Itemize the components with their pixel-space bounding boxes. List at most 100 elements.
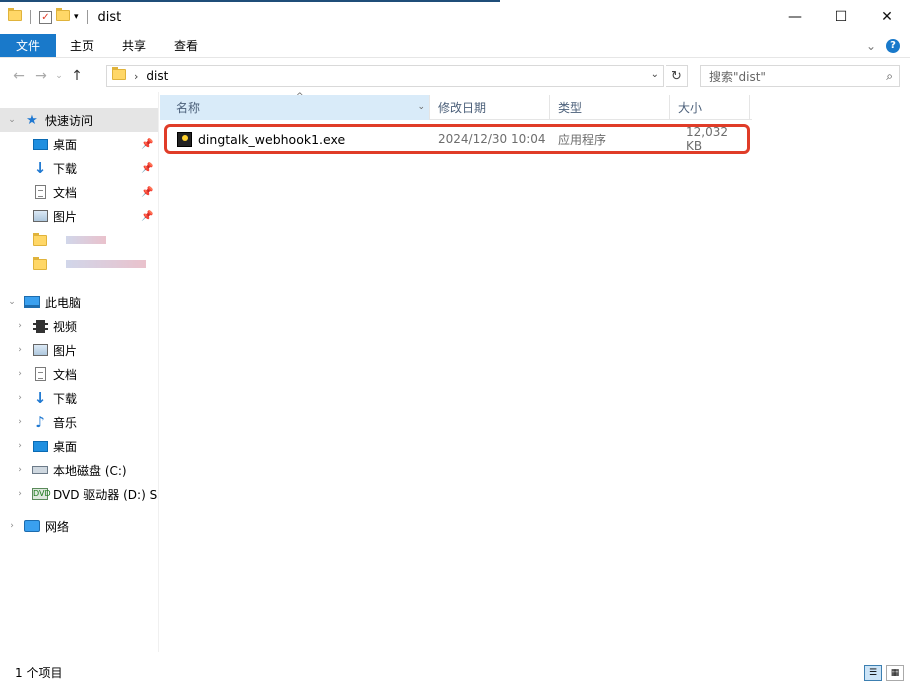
column-header-name[interactable]: ^ 名称 ⌄ (160, 92, 430, 120)
tab-share[interactable]: 共享 (108, 34, 160, 57)
collapse-chevron-icon[interactable]: ⌄ (7, 115, 17, 125)
nav-label: 图片 (53, 209, 78, 224)
picture-icon (32, 342, 48, 358)
nav-label: 音乐 (53, 415, 78, 430)
expand-chevron-icon[interactable]: › (15, 369, 25, 379)
star-icon: ★ (26, 112, 38, 128)
search-icon[interactable]: ⌕ (886, 69, 893, 84)
pane-divider[interactable] (158, 92, 159, 652)
item-count: 1 个项目 (15, 666, 63, 680)
executable-icon (177, 131, 192, 147)
column-label: 大小 (678, 101, 703, 115)
minimize-button[interactable]: — (772, 0, 818, 34)
nav-quick-downloads[interactable]: ↓ 下载 📌 (0, 156, 158, 180)
document-icon (32, 184, 48, 200)
nav-quick-desktop[interactable]: 桌面 📌 (0, 132, 158, 156)
file-name-cell[interactable]: dingtalk_webhook1.exe (177, 127, 345, 151)
computer-icon (24, 294, 40, 310)
expand-chevron-icon[interactable]: › (15, 489, 25, 499)
tab-file[interactable]: 文件 (0, 34, 57, 57)
nav-network[interactable]: › 网络 (0, 514, 158, 538)
column-header-date[interactable]: 修改日期 (430, 95, 550, 120)
nav-label: 下载 (53, 391, 78, 406)
nav-pc-documents[interactable]: › 文档 (0, 362, 158, 386)
nav-label: 桌面 (53, 439, 78, 454)
nav-pc-local-disk-c[interactable]: › 本地磁盘 (C:) (0, 458, 158, 482)
tab-view[interactable]: 查看 (160, 34, 212, 57)
maximize-button[interactable]: ☐ (818, 0, 864, 34)
expand-chevron-icon[interactable]: › (15, 321, 25, 331)
nav-label: 桌面 (53, 137, 78, 152)
large-icons-view-icon[interactable]: ▦ (886, 665, 904, 681)
file-date: 2024/12/30 10:04 (438, 132, 546, 146)
details-view-icon[interactable]: ☰ (864, 665, 882, 681)
desktop-icon (32, 438, 48, 454)
nav-pc-music[interactable]: › ♪ 音乐 (0, 410, 158, 434)
nav-pc-desktop[interactable]: › 桌面 (0, 434, 158, 458)
refresh-button[interactable]: ↻ (666, 65, 688, 87)
nav-quick-folder-redacted[interactable] (0, 252, 158, 276)
column-dropdown-icon[interactable]: ⌄ (417, 102, 425, 112)
nav-pc-downloads[interactable]: › ↓ 下载 (0, 386, 158, 410)
forward-arrow-icon[interactable]: → (30, 68, 52, 84)
back-arrow-icon[interactable]: ← (8, 68, 30, 84)
nav-label: 网络 (45, 519, 70, 534)
recent-locations-icon[interactable]: ⌄ (52, 71, 66, 81)
tab-home[interactable]: 主页 (56, 34, 108, 57)
nav-pc-dvd-drive-d[interactable]: › DVD DVD 驱动器 (D:) SS (0, 482, 158, 506)
column-header-type[interactable]: 类型 (550, 95, 670, 120)
folder-icon (32, 232, 48, 248)
nav-quick-documents[interactable]: 文档 📌 (0, 180, 158, 204)
nav-label: 文档 (53, 185, 78, 200)
folder-icon (112, 67, 126, 83)
video-icon (32, 318, 48, 334)
qat-dropdown-icon[interactable]: ▾ (74, 12, 79, 22)
expand-chevron-icon[interactable]: › (15, 393, 25, 403)
expand-chevron-icon[interactable]: › (15, 345, 25, 355)
address-dropdown-icon[interactable]: ⌄ (651, 69, 659, 80)
breadcrumb-dist[interactable]: dist (146, 69, 168, 83)
expand-chevron-icon[interactable]: › (15, 441, 25, 451)
pin-icon: 📌 (141, 138, 154, 150)
breadcrumb-chevron-icon[interactable]: › (134, 70, 138, 83)
ribbon-tabs: 文件 主页 共享 查看 ⌄ ? (0, 34, 910, 58)
pin-icon: 📌 (141, 186, 154, 198)
nav-pc-videos[interactable]: › 视频 (0, 314, 158, 338)
pin-icon: 📌 (141, 162, 154, 174)
search-placeholder: 搜索"dist" (709, 69, 766, 84)
navigation-bar: ← → ⌄ ↑ › dist ⌄ ↻ 搜索"dist" ⌕ (0, 62, 910, 90)
sort-ascending-icon: ^ (296, 92, 304, 102)
nav-pc-pictures[interactable]: › 图片 (0, 338, 158, 362)
properties-icon[interactable]: ✓ (39, 10, 52, 24)
hard-drive-icon (32, 462, 48, 478)
nav-label: 图片 (53, 343, 78, 358)
expand-chevron-icon[interactable]: › (15, 417, 25, 427)
collapse-chevron-icon[interactable]: ⌄ (7, 297, 17, 307)
file-explorer-window: ✓ ▾ dist — ☐ ✕ 文件 主页 共享 查看 ⌄ ? ← → ⌄ ↑ ›… (0, 0, 910, 685)
expand-chevron-icon[interactable]: › (7, 521, 17, 531)
download-icon: ↓ (33, 158, 47, 177)
expand-chevron-icon[interactable]: › (15, 465, 25, 475)
up-arrow-icon[interactable]: ↑ (66, 68, 88, 84)
nav-quick-access[interactable]: ⌄ ★ 快速访问 (0, 108, 158, 132)
search-input[interactable]: 搜索"dist" ⌕ (700, 65, 900, 87)
nav-quick-pictures[interactable]: 图片 📌 (0, 204, 158, 228)
document-icon (32, 366, 48, 382)
expand-ribbon-icon[interactable]: ⌄ (866, 39, 876, 53)
address-bar[interactable]: › dist ⌄ (106, 65, 664, 87)
folder-icon (32, 256, 48, 272)
file-row[interactable]: dingtalk_webhook1.exe 2024/12/30 10:04 应… (164, 124, 750, 154)
nav-this-pc[interactable]: ⌄ 此电脑 (0, 290, 158, 314)
nav-quick-folder-redacted[interactable] (0, 228, 158, 252)
nav-label: 视频 (53, 319, 78, 334)
picture-icon (32, 208, 48, 224)
help-icon[interactable]: ? (886, 38, 900, 53)
column-header-size[interactable]: 大小 (670, 95, 750, 120)
dvd-drive-icon: DVD (32, 488, 51, 500)
nav-label: 此电脑 (45, 295, 82, 310)
close-button[interactable]: ✕ (864, 0, 910, 34)
window-title: dist (97, 9, 122, 25)
new-folder-icon[interactable] (56, 8, 70, 24)
